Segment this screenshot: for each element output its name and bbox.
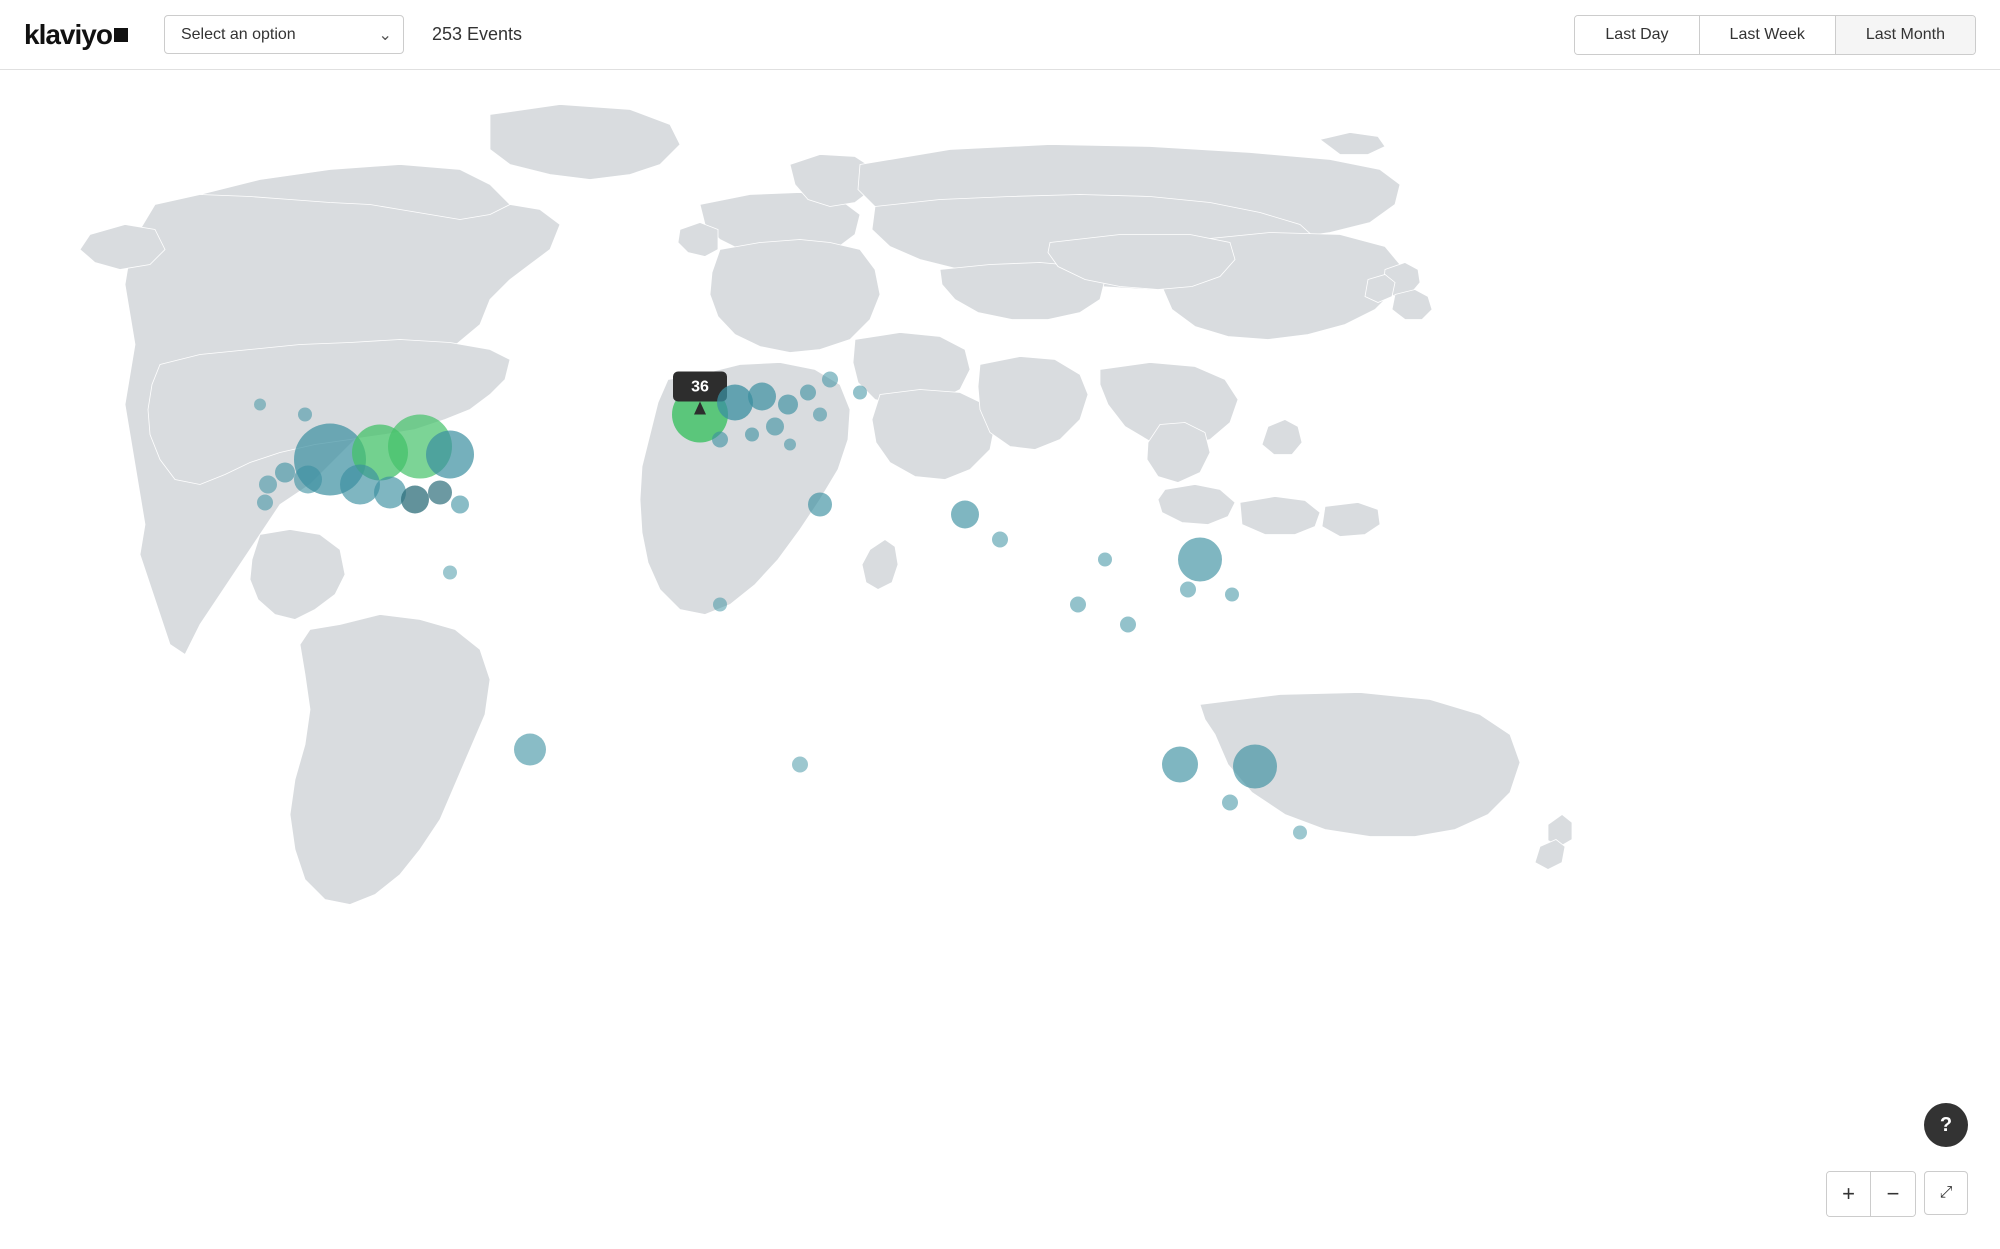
bubble-usa-dark2[interactable]: [428, 481, 452, 505]
bubble-europe-sm7[interactable]: [784, 439, 796, 451]
logo-text: klaviyo: [24, 19, 112, 51]
zoom-controls: + −: [1826, 1171, 1916, 1217]
bubble-europe-sm4[interactable]: [745, 428, 759, 442]
expand-button[interactable]: ⤢: [1924, 1171, 1968, 1215]
bubble-southam[interactable]: [514, 734, 546, 766]
time-controls: Last Day Last Week Last Month: [1574, 15, 1976, 55]
bubble-india[interactable]: [951, 501, 979, 529]
map-controls: ? + − ⤢: [1826, 1103, 1968, 1217]
bubble-usa-teal2[interactable]: [426, 431, 474, 479]
select-wrapper: Select an option ⌄: [164, 15, 404, 54]
bubble-newzealand[interactable]: [1293, 826, 1307, 840]
bubble-middleeast[interactable]: [808, 493, 832, 517]
bubble-australia2[interactable]: [1233, 745, 1277, 789]
tooltip-text: 36: [691, 379, 709, 396]
bubble-europe-med2[interactable]: [748, 383, 776, 411]
bubble-africa[interactable]: [713, 598, 727, 612]
bubble-usa-sm6[interactable]: [298, 408, 312, 422]
logo: klaviyo: [24, 19, 128, 51]
bubble-china2[interactable]: [1180, 582, 1196, 598]
zoom-out-button[interactable]: −: [1871, 1172, 1915, 1216]
bubble-europe-sm3[interactable]: [766, 418, 784, 436]
bubble-usa-sm3[interactable]: [259, 476, 277, 494]
bubble-usa-sm7[interactable]: [254, 399, 266, 411]
bubble-europe-med1[interactable]: [717, 385, 753, 421]
bubble-russia2[interactable]: [853, 386, 867, 400]
bubble-australia3[interactable]: [1222, 795, 1238, 811]
bubble-europe-sm2[interactable]: [800, 385, 816, 401]
last-month-button[interactable]: Last Month: [1836, 16, 1975, 54]
logo-square: [114, 28, 128, 42]
events-count: 253 Events: [432, 24, 522, 45]
bubble-usa-sm2[interactable]: [275, 463, 295, 483]
map-container: .land { fill: #d9dcdf; stroke: #fff; str…: [0, 70, 2000, 1249]
last-day-button[interactable]: Last Day: [1575, 16, 1699, 54]
option-select[interactable]: Select an option: [164, 15, 404, 54]
bubble-seasia3[interactable]: [1098, 553, 1112, 567]
bubble-usa-sm4[interactable]: [257, 495, 273, 511]
world-map[interactable]: .land { fill: #d9dcdf; stroke: #fff; str…: [0, 70, 2000, 1249]
bubble-australia1[interactable]: [1162, 747, 1198, 783]
bubble-seasia1[interactable]: [992, 532, 1008, 548]
bubble-usa-sm5[interactable]: [451, 496, 469, 514]
bubble-europe-sm5[interactable]: [712, 432, 728, 448]
bubble-seasia2[interactable]: [1070, 597, 1086, 613]
bubble-seasia4[interactable]: [1120, 617, 1136, 633]
bubble-usa-med1[interactable]: [340, 465, 380, 505]
zoom-in-button[interactable]: +: [1827, 1172, 1871, 1216]
bubble-usa-sm1[interactable]: [294, 466, 322, 494]
help-button[interactable]: ?: [1924, 1103, 1968, 1147]
bubble-russia1[interactable]: [822, 372, 838, 388]
bubble-usa-dark1[interactable]: [401, 486, 429, 514]
bubble-usa-med2[interactable]: [374, 477, 406, 509]
bubble-carib[interactable]: [443, 566, 457, 580]
header: klaviyo Select an option ⌄ 253 Events La…: [0, 0, 2000, 70]
bubble-japan[interactable]: [1225, 588, 1239, 602]
bubble-europe-sm1[interactable]: [778, 395, 798, 415]
bubble-safrica[interactable]: [792, 757, 808, 773]
last-week-button[interactable]: Last Week: [1700, 16, 1836, 54]
bubble-china[interactable]: [1178, 538, 1222, 582]
bubble-europe-sm6[interactable]: [813, 408, 827, 422]
